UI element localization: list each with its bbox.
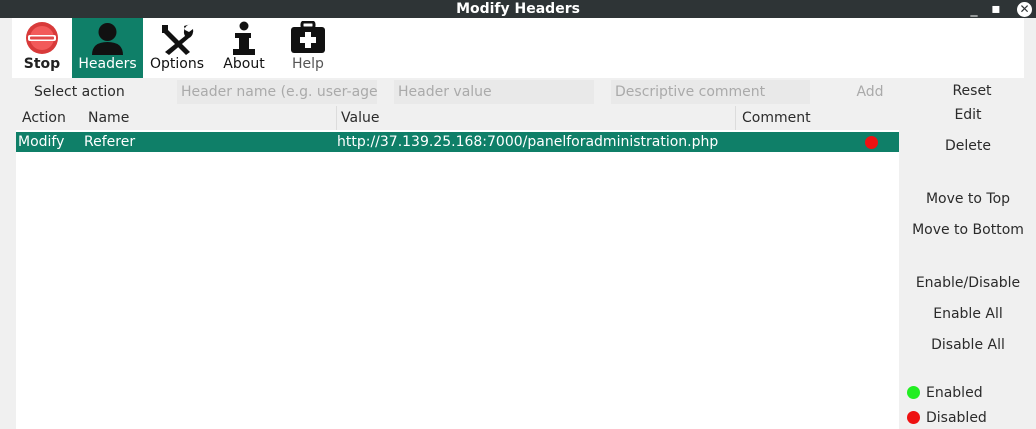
move-to-top-button[interactable]: Move to Top: [900, 189, 1036, 209]
headers-table: Action Name Value Comment Modify Referer…: [16, 106, 899, 429]
first-aid-icon: [277, 20, 339, 55]
stop-button[interactable]: Stop: [12, 18, 72, 78]
headers-label: Headers: [78, 56, 137, 72]
add-button[interactable]: Add: [845, 80, 895, 104]
side-panel: Reset Edit Delete Move to Top Move to Bo…: [900, 78, 1036, 429]
comment-input[interactable]: [611, 80, 810, 104]
close-icon: ✕: [1017, 2, 1032, 17]
enable-disable-button[interactable]: Enable/Disable: [900, 273, 1036, 293]
tab-help[interactable]: Help: [277, 18, 339, 78]
toolbar: Stop Headers Options About Help: [12, 18, 1024, 78]
tab-about[interactable]: About: [211, 18, 277, 78]
minimize-icon: _: [970, 1, 978, 17]
tab-headers[interactable]: Headers: [72, 18, 143, 78]
enabled-dot-icon: [907, 386, 920, 399]
delete-button[interactable]: Delete: [900, 136, 1036, 156]
select-action-dropdown[interactable]: Select action: [34, 80, 125, 104]
close-button[interactable]: ✕: [1013, 0, 1036, 18]
row-action-cell: Modify: [18, 134, 65, 150]
legend-disabled-label: Disabled: [926, 410, 987, 426]
status-disabled-icon[interactable]: [865, 136, 878, 149]
column-header-action[interactable]: Action: [16, 106, 82, 130]
reset-button[interactable]: Reset: [904, 81, 1036, 101]
window-title: Modify Headers: [456, 1, 580, 17]
table-header: Action Name Value Comment: [16, 106, 899, 130]
maximize-button[interactable]: ▪: [988, 0, 1004, 18]
row-name-cell: Referer: [84, 134, 136, 150]
minimize-button[interactable]: _: [966, 0, 982, 18]
header-name-input[interactable]: [177, 80, 377, 104]
person-icon: [72, 21, 143, 55]
row-value-cell: http://37.139.25.168:7000/panelforadmini…: [337, 134, 719, 150]
stop-icon: [12, 21, 72, 55]
header-form: Select action Add: [0, 80, 1036, 104]
disable-all-button[interactable]: Disable All: [900, 335, 1036, 355]
column-header-value[interactable]: Value: [336, 106, 736, 130]
about-label: About: [223, 56, 265, 72]
enable-all-button[interactable]: Enable All: [900, 304, 1036, 324]
header-value-input[interactable]: [394, 80, 594, 104]
info-icon: [211, 21, 277, 55]
edit-button[interactable]: Edit: [900, 105, 1036, 125]
help-label: Help: [292, 56, 324, 72]
disabled-dot-icon: [907, 411, 920, 424]
column-header-name[interactable]: Name: [82, 106, 336, 130]
legend-enabled-label: Enabled: [926, 385, 983, 401]
options-label: Options: [149, 56, 205, 72]
title-bar: Modify Headers _ ▪ ✕: [0, 0, 1036, 18]
table-row[interactable]: Modify Referer http://37.139.25.168:7000…: [16, 132, 899, 152]
tools-icon: [143, 21, 211, 55]
move-to-bottom-button[interactable]: Move to Bottom: [900, 220, 1036, 240]
maximize-icon: ▪: [991, 1, 1001, 17]
tab-options[interactable]: Options: [143, 18, 211, 78]
column-header-comment[interactable]: Comment: [735, 106, 899, 130]
stop-label: Stop: [23, 56, 61, 72]
